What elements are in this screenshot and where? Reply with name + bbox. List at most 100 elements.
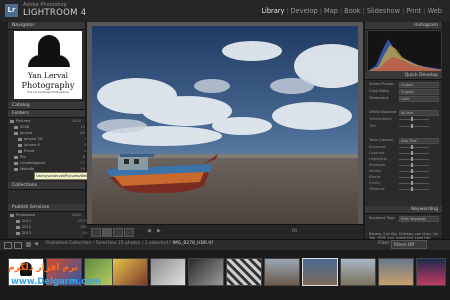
filmstrip-thumb[interactable]: [112, 258, 148, 286]
survey-view-icon[interactable]: [124, 228, 134, 237]
folder-icon: [16, 219, 20, 223]
folder-icon: [14, 167, 18, 171]
keyword-tags-row[interactable]: Keyword Tags Enter Keywords: [369, 215, 439, 222]
folder-row[interactable]: 2013 14: [10, 230, 89, 236]
row-label: Tint: [369, 124, 376, 128]
selected-filename: IMG_8278_HDR.tif: [172, 241, 213, 246]
crop-ratio-row[interactable]: Crop Ratio Original: [369, 88, 439, 95]
filmstrip-thumb[interactable]: [150, 258, 186, 286]
folder-icon: [10, 213, 14, 217]
row-label: Contrast: [369, 151, 385, 155]
filmstrip-thumb[interactable]: [264, 258, 300, 286]
lightroom-logo-icon: Lr: [5, 4, 18, 17]
row-label: Treatment: [369, 95, 389, 100]
slider-track: [399, 189, 429, 190]
navigator-header[interactable]: Navigator: [8, 22, 85, 30]
left-panel-toggle[interactable]: [0, 22, 6, 238]
slider-knob[interactable]: [411, 175, 413, 179]
tone-control-row[interactable]: Tone Control Auto Tone: [369, 137, 439, 144]
row-label: Crop Ratio: [369, 88, 389, 93]
module-book[interactable]: Book: [342, 7, 362, 15]
loupe-view-icon[interactable]: [102, 228, 112, 237]
module-map[interactable]: Map: [322, 7, 340, 15]
slider-knob[interactable]: [411, 117, 413, 121]
grid-view-icon[interactable]: [91, 228, 101, 237]
folder-name: 2008: [20, 125, 30, 129]
histogram-header[interactable]: Histogram: [365, 22, 442, 30]
portrait-shoulders: [28, 55, 70, 67]
secondary-display-icon[interactable]: [4, 242, 12, 249]
zoom-level[interactable]: Fit: [292, 229, 297, 234]
row-label: White Balance: [369, 109, 397, 114]
module-web[interactable]: Web: [426, 7, 444, 15]
right-panel-toggle[interactable]: [444, 22, 450, 238]
folder-name: Pictures: [16, 119, 31, 123]
temperature-row[interactable]: Temperature: [369, 116, 439, 122]
slider-knob[interactable]: [411, 169, 413, 173]
filmstrip-thumb[interactable]: [378, 258, 414, 286]
slider-knob[interactable]: [411, 163, 413, 167]
slider-knob[interactable]: [411, 157, 413, 161]
grid-icon[interactable]: [26, 242, 31, 247]
folder-name: Photoshop: [16, 213, 35, 217]
slider-knob[interactable]: [411, 145, 413, 149]
photo-counts: 15 photos / 1 selected /: [117, 241, 171, 246]
module-develop[interactable]: Develop: [289, 7, 320, 15]
quick-develop-header[interactable]: Quick Develop: [365, 72, 442, 80]
treatment-row[interactable]: Treatment Color: [369, 95, 439, 102]
row-label: Temperature: [369, 117, 392, 121]
keyword-input[interactable]: Enter Keywords: [399, 216, 439, 222]
play-slideshow-icon[interactable]: ▶: [157, 228, 163, 235]
folder-name: Proud: [24, 149, 35, 153]
slider-track: [399, 171, 429, 172]
slider-knob[interactable]: [411, 124, 413, 128]
library-toolbar: ◀ ▶ Fit: [87, 224, 363, 239]
row-label: Keyword Tags: [369, 215, 395, 220]
filmstrip-source[interactable]: Published Collection : Selection 15 phot…: [46, 241, 213, 246]
module-picker: Library | Develop | Map | Book | Slideshow | …: [259, 7, 444, 15]
vibrance-row[interactable]: Vibrance: [369, 186, 439, 192]
navigator-preview[interactable]: Yan Lerval Photography Fine Art Landscap…: [14, 31, 82, 99]
collections-header[interactable]: Collections: [8, 182, 85, 190]
folder-icon: [18, 143, 22, 147]
folder-icon: [16, 231, 20, 235]
module-print[interactable]: Print: [404, 7, 423, 15]
folder-name: 2013: [22, 231, 32, 235]
white-balance-row[interactable]: White Balance As Shot: [369, 109, 439, 116]
row-label: Exposure: [369, 145, 386, 149]
folder-icon: [10, 119, 14, 123]
back-arrow-icon[interactable]: ◀: [34, 241, 38, 247]
filter-label: Filter:: [378, 241, 391, 246]
filmstrip-thumb[interactable]: [226, 258, 262, 286]
row-select[interactable]: Color: [399, 96, 439, 102]
histogram-graph: [368, 39, 441, 71]
module-library[interactable]: Library: [259, 7, 286, 15]
slider-knob[interactable]: [411, 151, 413, 155]
row-label: Shadows: [369, 163, 386, 167]
watermark-url: www.Delgarm.com: [11, 277, 101, 287]
publish-services-header[interactable]: Publish Services: [8, 204, 85, 212]
filmstrip-thumb[interactable]: [340, 258, 376, 286]
filmstrip-thumb[interactable]: [188, 258, 224, 286]
main-display-icon[interactable]: [14, 242, 22, 249]
folder-name: Iphone 3G: [24, 137, 43, 141]
keywording-header[interactable]: Keywording: [365, 206, 442, 214]
module-bar: Lr Adobe Photoshop LIGHTROOM 4 Library | …: [0, 0, 450, 23]
row-label: Saved Preset: [369, 81, 394, 86]
row-label: Highlights: [369, 157, 388, 161]
filter-select[interactable]: Filters Off: [391, 240, 427, 249]
saved-preset-row[interactable]: Saved Preset Custom: [369, 81, 439, 88]
module-slideshow[interactable]: Slideshow: [365, 7, 402, 15]
compare-view-icon[interactable]: [113, 228, 123, 237]
catalog-header[interactable]: Catalog: [8, 102, 85, 110]
folder-name: Uncatalogued: [20, 161, 45, 165]
slider-knob[interactable]: [411, 181, 413, 185]
filmstrip-thumb-selected[interactable]: [302, 258, 338, 286]
folders-header[interactable]: Folders: [8, 110, 85, 118]
slider-knob[interactable]: [411, 187, 413, 191]
filmstrip-thumb[interactable]: [416, 258, 446, 286]
prev-photo-icon[interactable]: ◀: [147, 228, 153, 235]
folder-name: Iphone 4: [24, 143, 40, 147]
tint-row[interactable]: Tint: [369, 123, 439, 129]
main-photo[interactable]: [92, 26, 358, 231]
